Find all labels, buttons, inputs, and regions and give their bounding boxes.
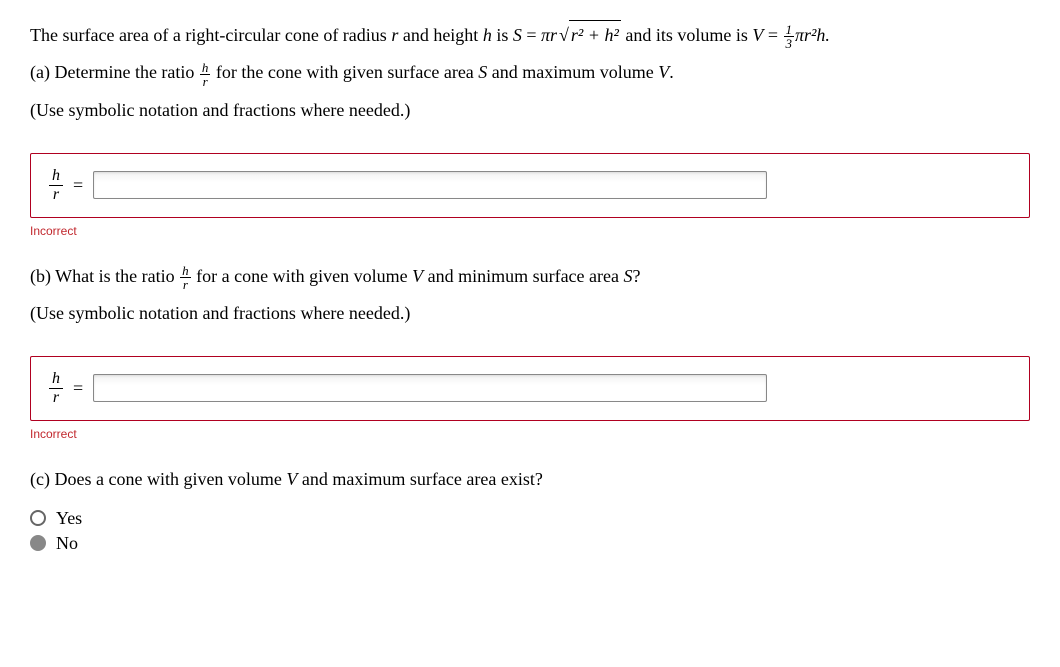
answer-box-a: h r = bbox=[30, 153, 1030, 218]
sqrt-body: r² + h² bbox=[569, 20, 621, 50]
answer-a-input[interactable] bbox=[93, 171, 767, 199]
part-b-S: S bbox=[624, 266, 633, 286]
answer-a-r: r bbox=[50, 186, 62, 203]
answer-box-b: h r = bbox=[30, 356, 1030, 421]
part-a-S: S bbox=[478, 62, 487, 82]
sqrt-icon: r² + h² bbox=[557, 20, 621, 50]
hint-b: (Use symbolic notation and fractions whe… bbox=[30, 299, 1030, 328]
frac-r: r bbox=[201, 75, 210, 88]
part-a-rest2: and maximum volume bbox=[487, 62, 658, 82]
frac-den: 3 bbox=[784, 37, 795, 50]
hint-a: (Use symbolic notation and fractions whe… bbox=[30, 96, 1030, 125]
part-b-q: ? bbox=[633, 266, 641, 286]
pi-r: πr bbox=[541, 25, 557, 45]
intro-mid3: and its volume is bbox=[621, 25, 753, 45]
answer-a-frac: h r bbox=[49, 168, 63, 203]
part-c-text1: (c) Does a cone with given volume bbox=[30, 469, 286, 489]
frac-h-over-r-b: hr bbox=[180, 264, 191, 291]
part-b-rest: for a cone with given volume bbox=[192, 266, 412, 286]
eq1: = bbox=[522, 25, 541, 45]
frac-h: h bbox=[200, 61, 211, 75]
frac-r-b: r bbox=[181, 278, 190, 291]
part-b-text: (b) What is the ratio hr for a cone with… bbox=[30, 262, 1030, 291]
radio-no[interactable] bbox=[30, 535, 46, 551]
part-a-period: . bbox=[669, 62, 674, 82]
radio-no-label: No bbox=[56, 533, 78, 554]
eq2: = bbox=[763, 25, 782, 45]
frac-num: 1 bbox=[784, 23, 795, 37]
radio-row-yes: Yes bbox=[30, 508, 1030, 529]
part-a-text: (a) Determine the ratio hr for the cone … bbox=[30, 58, 1030, 87]
frac-h-over-r: hr bbox=[200, 61, 211, 88]
answer-b-r: r bbox=[50, 389, 62, 406]
answer-a-h: h bbox=[49, 168, 63, 186]
frac-h-b: h bbox=[180, 264, 191, 278]
intro-mid2: is bbox=[492, 25, 513, 45]
frac-one-third: 13 bbox=[784, 23, 795, 50]
feedback-a: Incorrect bbox=[30, 224, 1030, 238]
answer-b-frac: h r bbox=[49, 371, 63, 406]
answer-b-input[interactable] bbox=[93, 374, 767, 402]
part-c-text2: and maximum surface area exist? bbox=[297, 469, 542, 489]
answer-b-eq: = bbox=[73, 378, 83, 399]
part-c-V: V bbox=[286, 469, 297, 489]
radio-group-c: Yes No bbox=[30, 508, 1030, 554]
feedback-b: Incorrect bbox=[30, 427, 1030, 441]
radio-yes-label: Yes bbox=[56, 508, 82, 529]
part-a-label: (a) Determine the ratio bbox=[30, 62, 199, 82]
pir2h: πr²h. bbox=[795, 25, 830, 45]
part-b-V: V bbox=[412, 266, 423, 286]
part-b-rest2: and minimum surface area bbox=[423, 266, 623, 286]
intro-mid1: and height bbox=[398, 25, 482, 45]
var-h: h bbox=[483, 25, 492, 45]
answer-b-h: h bbox=[49, 371, 63, 389]
var-S: S bbox=[513, 25, 522, 45]
intro-prefix: The surface area of a right-circular con… bbox=[30, 25, 391, 45]
intro-text: The surface area of a right-circular con… bbox=[30, 20, 1030, 50]
radio-yes[interactable] bbox=[30, 510, 46, 526]
radio-row-no: No bbox=[30, 533, 1030, 554]
var-V: V bbox=[752, 25, 763, 45]
part-c-text: (c) Does a cone with given volume V and … bbox=[30, 465, 1030, 494]
part-a-rest: for the cone with given surface area bbox=[211, 62, 478, 82]
answer-a-eq: = bbox=[73, 175, 83, 196]
part-b-label: (b) What is the ratio bbox=[30, 266, 179, 286]
part-a-V: V bbox=[658, 62, 669, 82]
